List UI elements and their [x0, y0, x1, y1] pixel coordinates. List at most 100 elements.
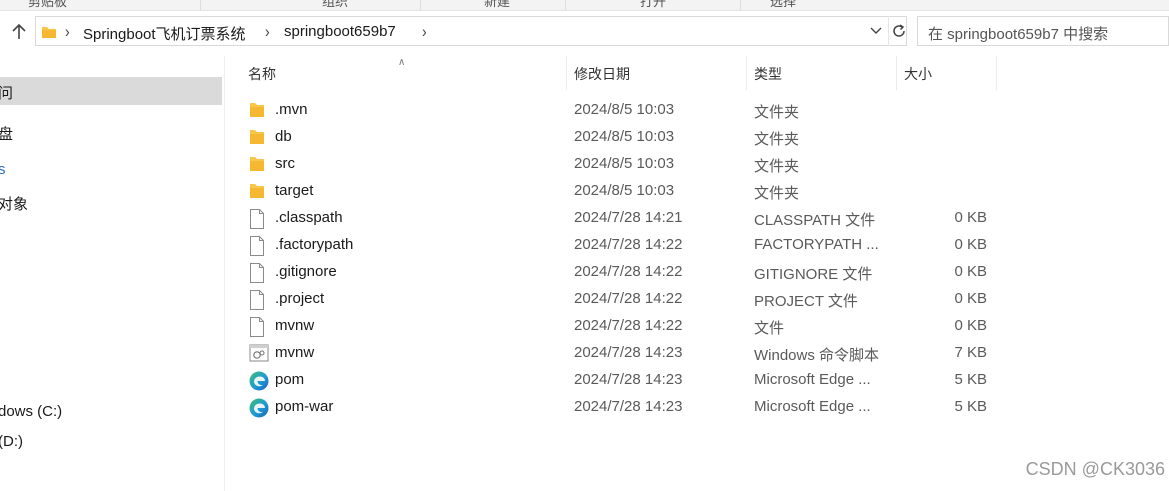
ribbon-organize[interactable]: 组织	[322, 0, 348, 10]
file-date: 2024/7/28 14:23	[574, 344, 683, 361]
search-input[interactable]: 在 springboot659b7 中搜索	[917, 16, 1169, 46]
file-name: src	[275, 155, 295, 172]
address-bar[interactable]: › Springboot飞机订票系统 › springboot659b7 ›	[35, 16, 907, 46]
file-icon	[249, 263, 269, 283]
file-type: GITIGNORE 文件	[754, 266, 873, 283]
file-type: PROJECT 文件	[754, 293, 858, 310]
watermark: CSDN @CK3036	[1025, 459, 1165, 479]
file-date: 2024/7/28 14:22	[574, 263, 683, 280]
file-row[interactable]: .mvn 2024/8/5 10:03 文件夹	[240, 97, 1000, 124]
file-row[interactable]: db 2024/8/5 10:03 文件夹	[240, 124, 1000, 151]
file-date: 2024/8/5 10:03	[574, 128, 675, 145]
file-date: 2024/7/28 14:23	[574, 398, 683, 415]
nav-item-label: 问	[0, 85, 14, 102]
file-date: 2024/8/5 10:03	[574, 101, 675, 118]
file-name: .factorypath	[275, 236, 354, 253]
file-type: 文件夹	[754, 158, 800, 175]
file-row[interactable]: src 2024/8/5 10:03 文件夹	[240, 151, 1000, 178]
nav-item-label: s	[0, 161, 6, 178]
ribbon-select[interactable]: 选择	[770, 0, 796, 10]
ribbon-divider	[200, 0, 201, 10]
refresh-icon	[893, 24, 905, 37]
file-name: pom-war	[275, 398, 334, 415]
folder-icon	[249, 101, 269, 121]
ribbon-divider	[565, 0, 566, 10]
file-type: 文件夹	[754, 131, 800, 148]
chevron-right-icon[interactable]: ›	[265, 21, 270, 40]
ribbon-clipboard[interactable]: 剪贴板	[28, 0, 67, 10]
file-size: 0 KB	[954, 209, 987, 226]
file-date: 2024/8/5 10:03	[574, 182, 675, 199]
nav-item-quick-access[interactable]: 问	[0, 77, 222, 105]
nav-item-label: dows (C:)	[0, 403, 63, 420]
chevron-right-icon: ›	[65, 21, 70, 41]
file-name: mvnw	[275, 344, 315, 361]
file-type: 文件	[754, 320, 785, 337]
file-size: 0 KB	[954, 263, 987, 280]
folder-icon	[249, 155, 269, 175]
file-row[interactable]: pom-war 2024/7/28 14:23 Microsoft Edge ...…	[240, 394, 1000, 421]
search-placeholder: 在 springboot659b7 中搜索	[928, 26, 1109, 43]
file-size: 7 KB	[954, 344, 987, 361]
file-date: 2024/7/28 14:22	[574, 236, 683, 253]
ribbon-divider	[740, 0, 741, 10]
script-icon	[249, 344, 269, 364]
nav-item-drive[interactable]: 盘	[0, 118, 222, 146]
file-type: 文件夹	[754, 185, 800, 202]
file-icon	[249, 209, 269, 229]
navigation-pane: 问 盘 s 对象 dows (C:) (D:)	[0, 56, 225, 491]
edge-icon	[249, 371, 269, 391]
file-date: 2024/7/28 14:22	[574, 290, 683, 307]
column-header-type[interactable]: 类型	[747, 56, 897, 90]
nav-item-label: (D:)	[0, 433, 23, 450]
chevron-right-icon[interactable]: ›	[422, 21, 427, 40]
nav-item-3d-objects[interactable]: 对象	[0, 188, 222, 216]
address-row: › Springboot飞机订票系统 › springboot659b7 › 在…	[0, 10, 1169, 54]
file-name: pom	[275, 371, 305, 388]
file-row[interactable]: .classpath 2024/7/28 14:21 CLASSPATH 文件 0 K…	[240, 205, 1000, 232]
breadcrumb-current[interactable]: springboot659b7	[284, 23, 396, 40]
file-date: 2024/8/5 10:03	[574, 155, 675, 172]
file-row[interactable]: .project 2024/7/28 14:22 PROJECT 文件 0 KB	[240, 286, 1000, 313]
breadcrumb-project[interactable]: Springboot飞机订票系统	[83, 23, 246, 44]
up-button[interactable]	[8, 21, 30, 43]
column-header-date[interactable]: 修改日期	[567, 56, 747, 90]
file-row[interactable]: mvnw 2024/7/28 14:23 Windows 命令脚本 7 KB	[240, 340, 1000, 367]
column-header-size[interactable]: 大小	[897, 56, 997, 90]
nav-item-s[interactable]: s	[0, 156, 222, 184]
refresh-button[interactable]	[888, 16, 909, 46]
file-name: mvnw	[275, 317, 315, 334]
file-icon	[249, 290, 269, 310]
file-type: CLASSPATH 文件	[754, 212, 876, 229]
nav-item-label: 盘	[0, 126, 14, 143]
column-header-label: 名称	[248, 66, 276, 82]
file-row[interactable]: mvnw 2024/7/28 14:22 文件 0 KB	[240, 313, 1000, 340]
file-size: 0 KB	[954, 236, 987, 253]
ribbon-divider	[420, 0, 421, 10]
file-row[interactable]: pom 2024/7/28 14:23 Microsoft Edge ... 5 KB	[240, 367, 1000, 394]
file-size: 0 KB	[954, 317, 987, 334]
file-row[interactable]: .gitignore 2024/7/28 14:22 GITIGNORE 文件 0 K…	[240, 259, 1000, 286]
file-name: db	[275, 128, 292, 145]
ribbon-new[interactable]: 新建	[484, 0, 510, 10]
arrow-up-icon	[12, 24, 26, 39]
file-type: 文件夹	[754, 104, 800, 121]
nav-item-drive-d[interactable]: (D:)	[0, 428, 222, 456]
file-icon	[249, 236, 269, 256]
file-size: 5 KB	[954, 398, 987, 415]
file-row[interactable]: target 2024/8/5 10:03 文件夹	[240, 178, 1000, 205]
file-icon	[249, 317, 269, 337]
chevron-down-icon[interactable]	[870, 27, 882, 35]
file-name: .project	[275, 290, 325, 307]
edge-icon	[249, 398, 269, 418]
column-header-name[interactable]: 名称	[241, 56, 567, 90]
column-header-label: 修改日期	[574, 66, 630, 82]
file-type: Microsoft Edge ...	[754, 398, 871, 415]
file-size: 5 KB	[954, 371, 987, 388]
file-row[interactable]: .factorypath 2024/7/28 14:22 FACTORYPATH .…	[240, 232, 1000, 259]
ribbon-open[interactable]: 打开	[640, 0, 666, 10]
file-size: 0 KB	[954, 290, 987, 307]
file-type: Microsoft Edge ...	[754, 371, 871, 388]
nav-item-drive-c[interactable]: dows (C:)	[0, 398, 222, 426]
file-date: 2024/7/28 14:22	[574, 317, 683, 334]
